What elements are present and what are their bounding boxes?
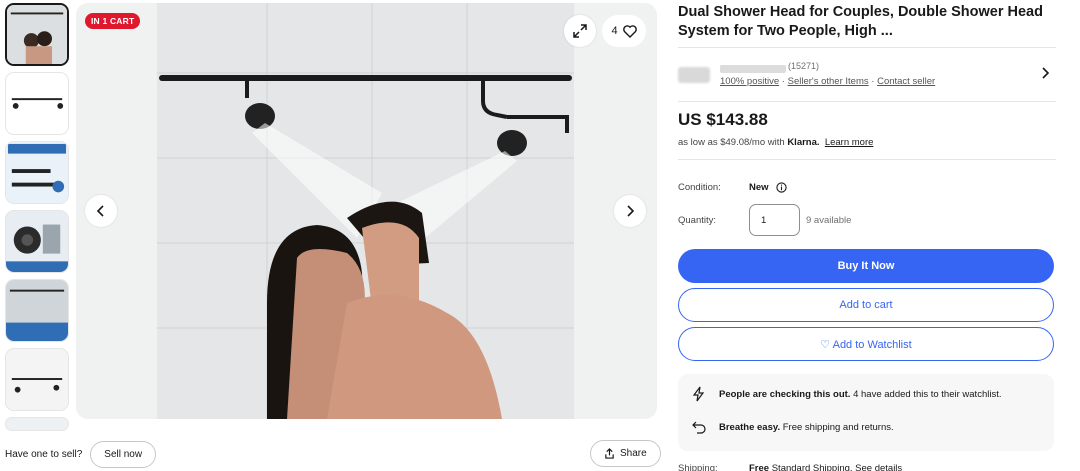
thumbnail-7[interactable]: [5, 417, 69, 431]
learn-more-link[interactable]: Learn more: [825, 137, 874, 148]
seller-info[interactable]: (15271) 100% positive · Seller's other I…: [678, 55, 1056, 95]
shipping-value: Free Standard Shipping. See details: [749, 463, 903, 471]
add-to-cart-button[interactable]: Add to cart: [678, 288, 1054, 322]
divider: [678, 101, 1056, 102]
seller-avatar: [678, 67, 710, 83]
main-image-gallery: IN 1 CART 4: [76, 3, 657, 419]
expand-button[interactable]: [564, 15, 596, 47]
thumbnail-6[interactable]: [5, 348, 69, 411]
info-icon[interactable]: [775, 182, 787, 193]
item-title: Dual Shower Head for Couples, Double Sho…: [678, 4, 1043, 39]
chevron-right-icon: [1042, 67, 1050, 79]
share-label: Share: [620, 448, 647, 459]
returns-notice: Breathe easy. Free shipping and returns.: [692, 420, 894, 434]
watch-count-button[interactable]: 4: [602, 15, 646, 47]
add-to-watchlist-button[interactable]: ♡ Add to Watchlist: [678, 327, 1054, 361]
buy-it-now-button[interactable]: Buy It Now: [678, 249, 1054, 283]
expand-icon: [573, 24, 587, 38]
thumbnail-4[interactable]: [5, 210, 69, 273]
product-photo: [157, 3, 574, 419]
in-cart-badge: IN 1 CART: [85, 13, 141, 29]
thumbnail-2[interactable]: [5, 72, 69, 135]
seller-feedback-count: (15271): [788, 61, 820, 71]
watchers-notice: People are checking this out. 4 have add…: [692, 386, 1001, 402]
heart-icon: [622, 24, 637, 38]
lightning-icon: [692, 386, 705, 402]
shipping-label: Shipping:: [678, 463, 718, 471]
divider: [678, 159, 1056, 160]
info-box: People are checking this out. 4 have add…: [678, 374, 1054, 451]
thumbnail-5[interactable]: [5, 279, 69, 342]
thumbnail-strip: [5, 3, 69, 437]
condition-value: New: [749, 182, 787, 193]
available-count: 9 available: [806, 215, 852, 226]
next-image-button[interactable]: [614, 195, 646, 227]
seller-name-redacted: [720, 65, 786, 73]
klarna-logo: Klarna.: [787, 137, 820, 148]
chevron-left-icon: [96, 205, 104, 217]
quantity-input[interactable]: 1: [749, 204, 800, 236]
contact-seller-link[interactable]: Contact seller: [877, 76, 935, 87]
thumbnail-1[interactable]: [5, 3, 69, 66]
share-icon: [605, 448, 614, 459]
divider: [678, 47, 1056, 48]
seller-other-items-link[interactable]: Seller's other Items: [788, 76, 869, 87]
seller-links: 100% positive · Seller's other Items · C…: [720, 76, 936, 87]
condition-label: Condition:: [678, 182, 721, 193]
previous-image-button[interactable]: [85, 195, 117, 227]
financing-info: as low as $49.08/mo with Klarna. Learn m…: [678, 137, 874, 148]
have-one-to-sell-text: Have one to sell?: [5, 449, 83, 460]
chevron-right-icon: [627, 205, 635, 217]
share-button[interactable]: Share: [590, 440, 661, 467]
watch-count: 4: [611, 25, 618, 37]
sell-now-button[interactable]: Sell now: [90, 441, 157, 468]
return-icon: [692, 421, 706, 434]
listing-page: IN 1 CART 4 Have one to sell? Sell now S…: [0, 0, 1080, 471]
positive-feedback-link[interactable]: 100% positive: [720, 76, 779, 87]
quantity-label: Quantity:: [678, 215, 717, 226]
item-price: US $143.88: [678, 110, 768, 129]
item-details-panel: Dual Shower Head for Couples, Double Sho…: [678, 0, 1056, 471]
sell-row: Have one to sell? Sell now: [5, 441, 157, 468]
thumbnail-3[interactable]: [5, 141, 69, 204]
